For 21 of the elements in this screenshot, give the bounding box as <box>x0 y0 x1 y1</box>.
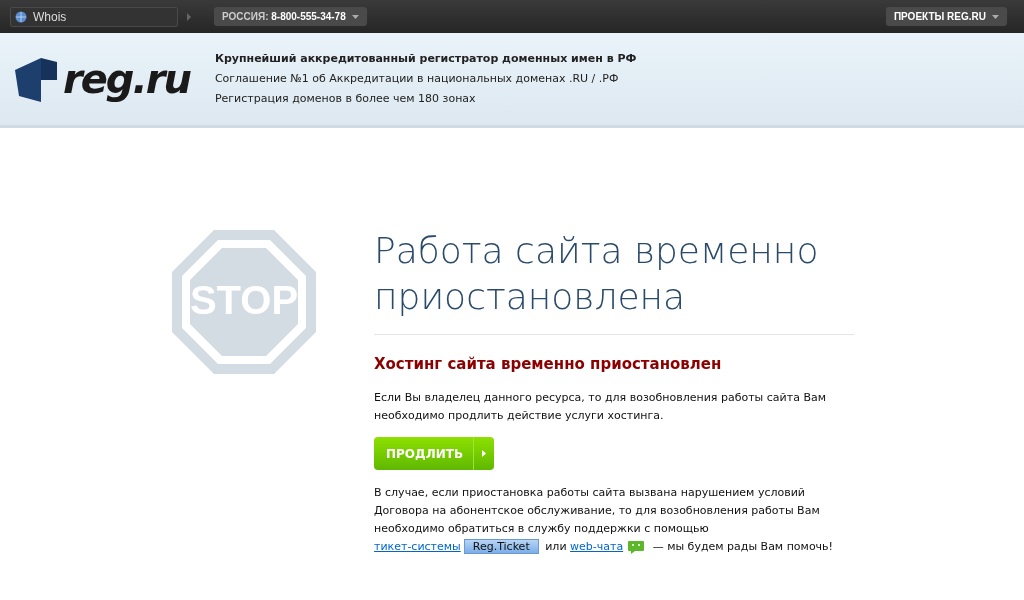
link[interactable]: web-чата <box>570 540 624 553</box>
support-text: В случае, если приостановка работы сайта вызвана нарушением условий Договора на абонентское обслуживание, то для возобновления работы Вам необходимо обратиться в службу поддержки с помощью тикет-системы Reg.Ticket или web-чата — мы будем рады Вам помочь! <box>374 485 834 556</box>
intro-text: Если Вы владелец данного ресурса, то для возобновления работы сайта Вам необходимо продлить действие услуги хостинга. <box>374 390 827 424</box>
page-title: Работа сайта временно приостановлена <box>374 228 854 335</box>
ticket-badge: Reg.Ticket <box>463 539 539 554</box>
subtitle: Хостинг сайта временно приостановлен <box>374 355 723 373</box>
projects-dropdown[interactable]: ПРОЕКТЫ REG.RU <box>885 7 1007 26</box>
caret-icon <box>351 14 359 19</box>
house-icon <box>13 56 59 102</box>
search-field[interactable]: Whois <box>10 6 178 27</box>
header-text: Регистрация доменов в более чем 180 зонах <box>214 91 477 107</box>
link[interactable]: тикет-системы <box>374 540 461 553</box>
phone-dropdown[interactable]: РОССИЯ: 8-800-555-34-78 <box>214 7 367 26</box>
caret-icon <box>992 14 999 19</box>
chat-icon <box>627 539 646 555</box>
globe-icon <box>15 10 27 23</box>
logo[interactable]: reg.ru <box>63 56 190 102</box>
arrow-icon <box>482 450 487 457</box>
arrow-icon[interactable] <box>186 12 192 21</box>
header-text: Крупнейший аккредитованный регистратор доменных имен в РФ <box>214 51 637 67</box>
header-text: Соглашение №1 об Аккредитации в национальных доменах .RU / .РФ <box>214 71 620 87</box>
